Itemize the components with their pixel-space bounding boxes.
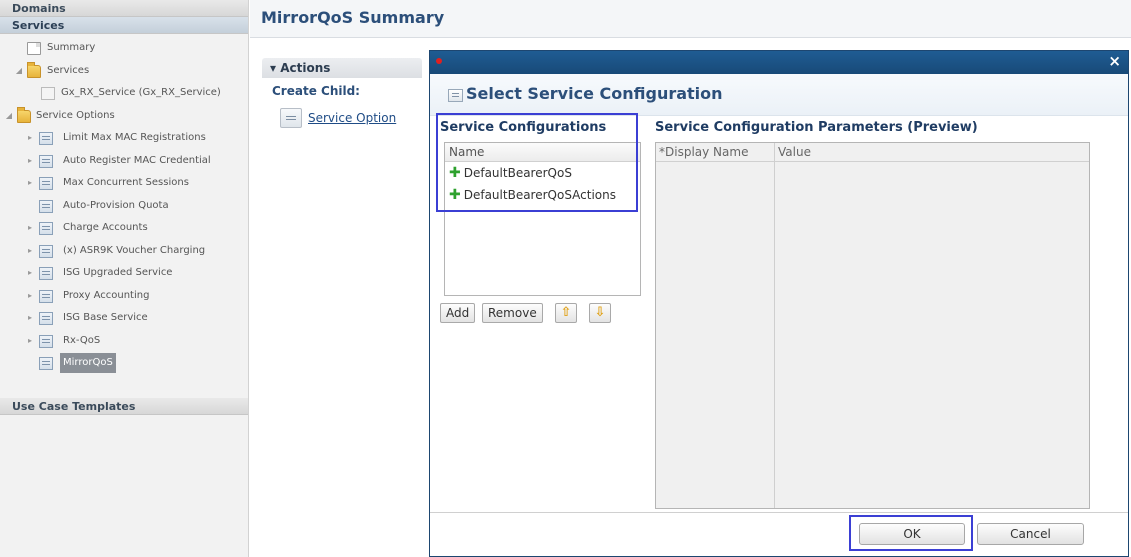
name-column-header[interactable]: Name [445, 143, 640, 162]
cancel-button[interactable]: Cancel [977, 523, 1084, 545]
tree-item-label: Service Options [36, 109, 115, 121]
ok-button[interactable]: OK [859, 523, 965, 545]
services-header[interactable]: Services [0, 17, 248, 34]
list-item[interactable]: ✚ DefaultBearerQoSActions [445, 184, 640, 206]
document-icon [27, 42, 41, 55]
tree-item-proxy-accounting[interactable]: ▸ Proxy Accounting [0, 285, 248, 308]
tree-item-isg-base[interactable]: ▸ ISG Base Service [0, 307, 248, 330]
service-configurations-list[interactable]: Name ✚ DefaultBearerQoS ✚ DefaultBearerQoS… [444, 142, 641, 296]
tree-item-mirrorqos[interactable]: MirrorQoS [0, 352, 248, 375]
service-option-icon [39, 222, 53, 235]
tree-item-isg-upgraded[interactable]: ▸ ISG Upgraded Service [0, 262, 248, 285]
use-case-templates-header[interactable]: Use Case Templates [0, 398, 248, 415]
expand-arrow-icon[interactable]: ▸ [25, 307, 35, 330]
left-navigation: Domains Services Summary ◢ Services Gx_R… [0, 0, 249, 557]
column-divider [774, 143, 775, 508]
tree-item-label: Summary [47, 42, 96, 53]
config-name: DefaultBearerQoSActions [463, 188, 616, 202]
service-option-icon [39, 199, 53, 213]
service-icon [41, 87, 55, 100]
tree-item-service-options[interactable]: ◢ Service Options [0, 105, 248, 128]
folder-icon [17, 106, 31, 123]
move-up-button[interactable]: ⇧ [555, 303, 577, 323]
parameters-preview-grid[interactable]: *Display Name Value [655, 142, 1090, 509]
tree-item-max-concurrent-sessions[interactable]: ▸ Max Concurrent Sessions [0, 172, 248, 195]
tree-item-label: Charge Accounts [63, 222, 148, 233]
remove-button[interactable]: Remove [482, 303, 543, 323]
services-tree: Summary ◢ Services Gx_RX_Service (Gx_RX_… [0, 34, 248, 375]
expand-arrow-icon[interactable]: ▸ [25, 285, 35, 308]
tree-item-asr9k-voucher[interactable]: ▸ (x) ASR9K Voucher Charging [0, 240, 248, 263]
service-option-icon [39, 132, 53, 145]
expand-arrow-icon[interactable]: ▸ [25, 330, 35, 353]
folder-icon [27, 61, 41, 78]
plus-icon: ✚ [449, 187, 461, 203]
tree-item-label: Limit Max MAC Registrations [63, 132, 206, 143]
dialog-titlebar[interactable]: × [430, 51, 1128, 74]
service-option-label[interactable]: Service Option [308, 111, 396, 125]
tree-item-label: MirrorQoS [60, 353, 116, 373]
expand-arrow-icon[interactable]: ▸ [25, 127, 35, 150]
collapse-arrow-icon[interactable]: ◢ [4, 105, 14, 128]
value-column-header[interactable]: Value [778, 145, 811, 159]
tree-item-charge-accounts[interactable]: ▸ Charge Accounts [0, 217, 248, 240]
grid-header: *Display Name Value [656, 143, 1089, 162]
expand-arrow-icon[interactable]: ▸ [25, 217, 35, 240]
tree-item-label: Auto Register MAC Credential [63, 154, 211, 166]
list-item[interactable]: ✚ DefaultBearerQoS [445, 162, 640, 184]
service-configuration-icon [448, 89, 463, 102]
tree-item-label: Rx-QoS [63, 334, 101, 346]
tree-item-label: Auto-Provision Quota [63, 199, 169, 211]
service-option-icon [39, 177, 53, 190]
create-child-label: Create Child: [272, 84, 360, 98]
add-button[interactable]: Add [440, 303, 476, 323]
service-option-icon [39, 289, 53, 303]
plus-icon: ✚ [449, 165, 461, 181]
service-option-link[interactable]: Service Option [280, 107, 422, 128]
close-icon[interactable]: × [1108, 52, 1121, 70]
actions-panel: ▾ Actions Create Child: Service Option [262, 58, 422, 557]
service-option-icon [280, 107, 302, 128]
tree-item-label: Max Concurrent Sessions [63, 177, 189, 188]
tree-item-auto-register-mac[interactable]: ▸ Auto Register MAC Credential [0, 150, 248, 173]
service-option-icon [39, 357, 53, 370]
service-option-icon [39, 312, 53, 325]
parameters-preview-title: Service Configuration Parameters (Previe… [655, 120, 978, 135]
tree-item-services[interactable]: ◢ Services [0, 60, 248, 83]
dialog-title: Select Service Configuration [466, 84, 723, 103]
tree-item-label: ISG Base Service [63, 312, 148, 323]
tree-item-label: ISG Upgraded Service [63, 267, 173, 278]
tree-item-rx-qos[interactable]: ▸ Rx-QoS [0, 330, 248, 353]
expand-arrow-icon[interactable]: ▸ [25, 262, 35, 285]
tree-item-gx-rx-service[interactable]: Gx_RX_Service (Gx_RX_Service) [0, 82, 248, 105]
tree-item-label: Proxy Accounting [63, 289, 150, 301]
tree-item-label: (x) ASR9K Voucher Charging [63, 244, 206, 256]
service-option-icon [39, 267, 53, 280]
display-name-column-header[interactable]: *Display Name [659, 145, 748, 159]
tree-item-summary[interactable]: Summary [0, 37, 248, 60]
dialog-footer-divider [430, 512, 1128, 513]
tree-item-limit-max-mac[interactable]: ▸ Limit Max MAC Registrations [0, 127, 248, 150]
status-dot-icon [436, 58, 442, 64]
move-down-button[interactable]: ⇩ [589, 303, 611, 323]
tree-item-label: Gx_RX_Service (Gx_RX_Service) [61, 87, 221, 98]
config-name: DefaultBearerQoS [463, 166, 572, 180]
expand-arrow-icon[interactable]: ▸ [25, 150, 35, 173]
dialog-header: Select Service Configuration [430, 74, 1128, 116]
tree-item-label: Services [47, 64, 90, 76]
page-title: MirrorQoS Summary [250, 0, 1131, 38]
service-option-icon [39, 244, 53, 258]
collapse-arrow-icon[interactable]: ◢ [14, 60, 24, 83]
service-option-icon [39, 154, 53, 168]
expand-arrow-icon[interactable]: ▸ [25, 240, 35, 263]
domains-header[interactable]: Domains [0, 0, 248, 17]
service-option-icon [39, 334, 53, 348]
expand-arrow-icon[interactable]: ▸ [25, 172, 35, 195]
actions-header[interactable]: ▾ Actions [262, 58, 422, 78]
tree-item-auto-provision-quota[interactable]: Auto-Provision Quota [0, 195, 248, 218]
service-configurations-title: Service Configurations [440, 120, 607, 135]
